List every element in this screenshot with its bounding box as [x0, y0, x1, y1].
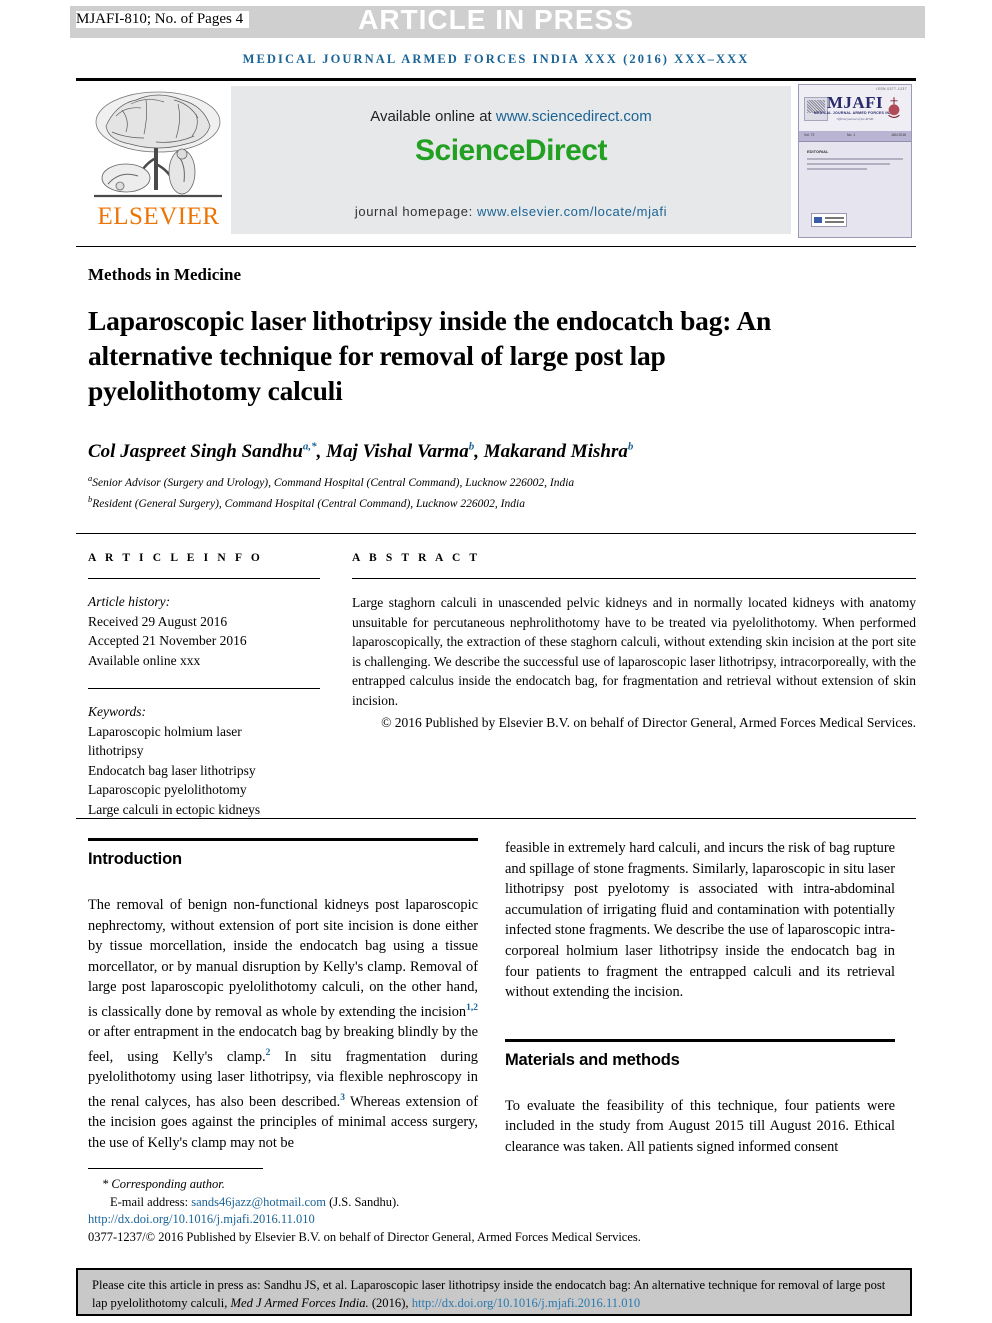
available-online-prefix: Available online at: [370, 108, 496, 125]
cite-doi-link[interactable]: http://dx.doi.org/10.1016/j.mjafi.2016.1…: [412, 1296, 640, 1310]
article-info-heading: A R T I C L E I N F O: [88, 552, 263, 564]
cover-text-lines: [807, 158, 903, 173]
affiliation-b-text: Resident (General Surgery), Command Hosp…: [92, 497, 525, 510]
email-suffix: (J.S. Sandhu).: [325, 1194, 400, 1209]
cite-this-article-text: Please cite this article in press as: Sa…: [92, 1277, 896, 1312]
author-2: Maj Vishal Varmab: [326, 441, 475, 463]
author-2-marks: b: [468, 441, 475, 453]
masthead: ELSEVIER Available online at www.science…: [76, 84, 916, 238]
title-rule-bottom: [76, 533, 916, 534]
article-info-column: A R T I C L E I N F O Article history: R…: [88, 552, 320, 819]
article-section-label: Methods in Medicine: [88, 265, 241, 284]
citation-ref-1[interactable]: 1,2: [466, 1003, 478, 1013]
email-label: E-mail address:: [110, 1194, 192, 1209]
cover-issue-bar: Vol. 72 No. 1 JAN 2016: [799, 131, 911, 142]
cover-header: ISSN 0377-1237 MJAFI MEDICAL JOURNAL ARM…: [799, 85, 911, 132]
cite-journal-name: Med J Armed Forces India.: [230, 1295, 369, 1310]
cover-editorial-label: EDITORIAL: [807, 149, 829, 154]
article-info-rule: [88, 578, 320, 579]
sciencedirect-wordmark: ScienceDirect: [415, 134, 607, 167]
section-title-introduction: Introduction: [88, 850, 182, 868]
page-title: Laparoscopic laser lithotripsy inside th…: [88, 305, 772, 406]
section-title-materials-and-methods: Materials and methods: [505, 1050, 680, 1069]
email-line: E-mail address: sands46jazz@hotmail.com …: [88, 1194, 708, 1212]
corresponding-author-note: * Corresponding author.: [102, 1177, 225, 1191]
elsevier-tree-icon: [94, 91, 222, 198]
introduction-paragraph: The removal of benign non-functional kid…: [88, 895, 478, 1154]
abstract-copyright: © 2016 Published by Elsevier B.V. on beh…: [381, 715, 916, 730]
body-column-right: feasible in extremely hard calculi, and …: [505, 838, 895, 1158]
cover-body: EDITORIAL: [799, 142, 911, 237]
body-column-left: Introduction The removal of benign non-f…: [88, 838, 478, 1154]
introduction-rule: [88, 838, 478, 841]
keyword-item: Laparoscopic holmium laser: [88, 723, 242, 739]
footnote-block: * Corresponding author. E-mail address: …: [88, 1176, 708, 1246]
header-rule-top: [76, 78, 916, 81]
cover-crest-icon: [888, 97, 900, 119]
keywords-rule: [88, 688, 320, 689]
journal-homepage-link[interactable]: www.elsevier.com/locate/mjafi: [477, 204, 667, 219]
author-1-marks: a,*: [302, 441, 317, 453]
elsevier-logo: ELSEVIER: [86, 86, 231, 236]
affiliation-list: aSenior Advisor (Surgery and Urology), C…: [88, 470, 868, 512]
journal-cover-thumbnail[interactable]: ISSN 0377-1237 MJAFI MEDICAL JOURNAL ARM…: [798, 84, 912, 238]
sciencedirect-banner: Available online at www.sciencedirect.co…: [231, 86, 791, 234]
keyword-item: Large calculi in ectopic kidneys: [88, 801, 261, 817]
journal-homepage-line: journal homepage: www.elsevier.com/locat…: [231, 204, 791, 219]
article-accepted: Accepted 21 November 2016: [88, 633, 247, 648]
abstract-rule-bottom: [76, 818, 916, 819]
sciencedirect-link[interactable]: www.sciencedirect.com: [496, 108, 652, 125]
affiliation-a: aSenior Advisor (Surgery and Urology), C…: [88, 470, 868, 491]
keyword-item: Endocatch bag laser lithotripsy: [88, 762, 256, 778]
cite-year: (2016),: [368, 1295, 412, 1310]
journal-homepage-label: journal homepage:: [354, 204, 478, 219]
doi-line[interactable]: http://dx.doi.org/10.1016/j.mjafi.2016.1…: [88, 1211, 708, 1229]
cover-date: JAN 2016: [891, 133, 906, 137]
abstract-rule: [352, 578, 916, 579]
author-3-marks: b: [627, 441, 634, 453]
affiliation-b: bResident (General Surgery), Command Hos…: [88, 491, 868, 512]
doi-link[interactable]: http://dx.doi.org/10.1016/j.mjafi.2016.1…: [88, 1212, 315, 1226]
author-3: Makarand Mishrab: [483, 441, 634, 463]
abstract-column: A B S T R A C T Large staghorn calculi i…: [352, 552, 916, 733]
cite-this-article-box: Please cite this article in press as: Sa…: [76, 1268, 912, 1316]
intro-text-part-1: The removal of benign non-functional kid…: [88, 897, 478, 1020]
article-in-press-banner: ARTICLE IN PRESS: [358, 4, 634, 35]
keywords-label: Keywords:: [88, 704, 146, 719]
article-available-online: Available online xxx: [88, 652, 201, 668]
abstract-text: Large staghorn calculi in unascended pel…: [352, 595, 916, 708]
email-link[interactable]: sands46jazz@hotmail.com: [191, 1195, 326, 1209]
article-history-block: Article history: Received 29 August 2016…: [88, 592, 320, 670]
author-1: Col Jaspreet Singh Sandhua,*: [88, 441, 317, 463]
keyword-item: lithotripsy: [88, 743, 144, 758]
cover-footer-logo: [811, 213, 847, 227]
cover-issn: ISSN 0377-1237: [876, 87, 907, 91]
top-bar: MJAFI-810; No. of Pages 4 ARTICLE IN PRE…: [0, 0, 992, 38]
abstract-heading: A B S T R A C T: [352, 552, 481, 564]
available-online-line: Available online at www.sciencedirect.co…: [231, 108, 791, 125]
cover-issue: No. 1: [847, 133, 856, 137]
article-received: Received 29 August 2016: [88, 613, 228, 629]
journal-running-head: MEDICAL JOURNAL ARMED FORCES INDIA XXX (…: [242, 52, 750, 66]
materials-paragraph: To evaluate the feasibility of this tech…: [505, 1097, 895, 1155]
introduction-paragraph-continued: feasible in extremely hard calculi, and …: [505, 840, 896, 1001]
article-history-label: Article history:: [88, 594, 171, 609]
keywords-block: Keywords: Laparoscopic holmium laser lit…: [88, 702, 320, 819]
author-list: Col Jaspreet Singh Sandhua,*, Maj Vishal…: [88, 441, 634, 463]
affiliation-a-text: Senior Advisor (Surgery and Urology), Co…: [92, 476, 575, 489]
cover-volume: Vol. 72: [804, 133, 815, 137]
footnote-rule: [88, 1168, 263, 1169]
issn-copyright-line: 0377-1237/© 2016 Published by Elsevier B…: [88, 1229, 641, 1244]
elsevier-wordmark: ELSEVIER: [97, 203, 220, 230]
materials-rule: [505, 1038, 895, 1042]
keyword-item: Laparoscopic pyelolithotomy: [88, 782, 247, 797]
masthead-rule-bottom: [76, 246, 916, 247]
